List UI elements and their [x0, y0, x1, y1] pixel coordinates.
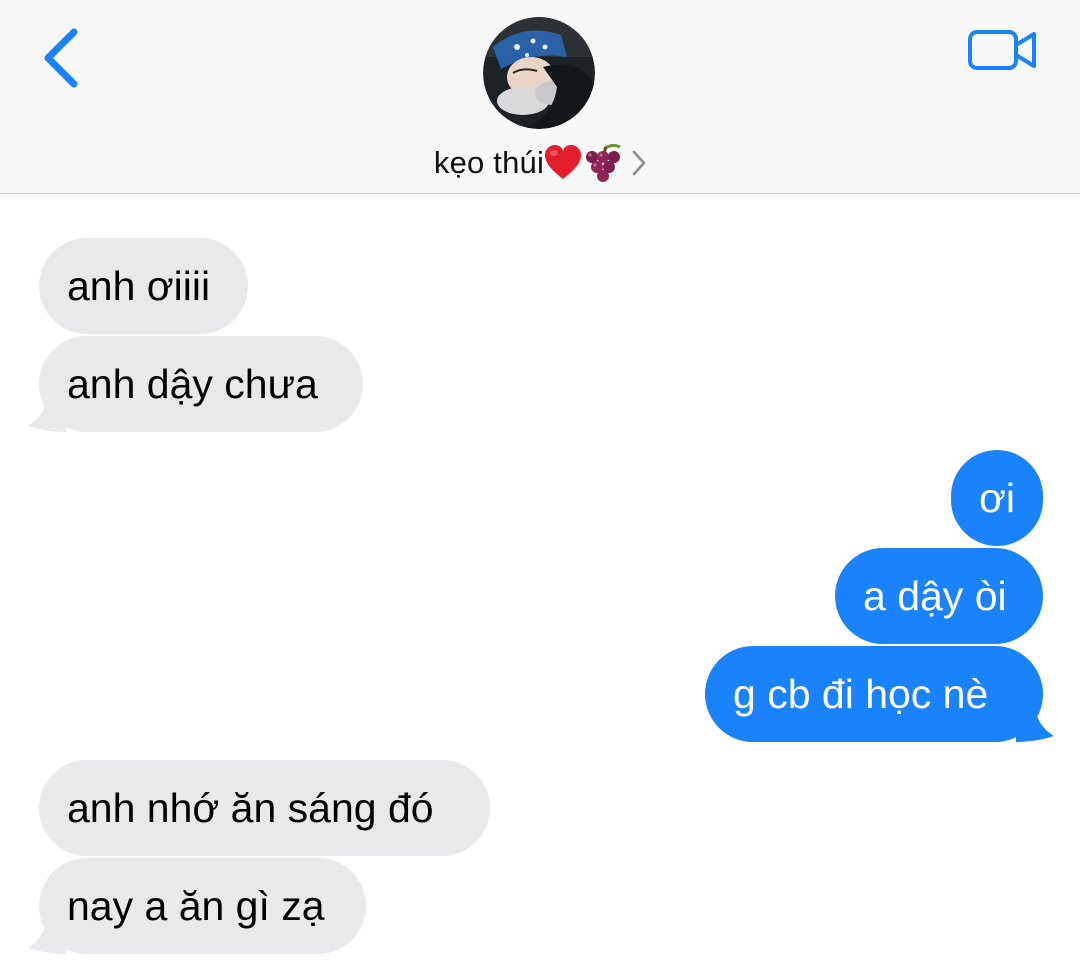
message-bubble-incoming[interactable]: anh nhớ ăn sáng đó — [39, 760, 490, 856]
message-bubble-incoming[interactable]: anh ơiiii — [39, 238, 248, 334]
contact-name: kẹo thúi — [433, 145, 545, 180]
message-bubble-outgoing[interactable]: a dậy òi — [835, 548, 1043, 644]
bubble-tail — [1016, 708, 1054, 742]
chevron-left-icon — [44, 28, 78, 88]
back-button[interactable] — [38, 22, 88, 94]
contact-name-row[interactable]: kẹo thúi — [0, 140, 1080, 186]
message-bubble-outgoing[interactable]: ơi — [951, 450, 1043, 546]
bubble-tail — [28, 920, 66, 954]
video-call-button[interactable] — [966, 26, 1040, 74]
chevron-right-icon — [632, 150, 646, 176]
conversation-header: kẹo thúi — [0, 0, 1080, 194]
grapes-emoji — [586, 143, 621, 182]
video-camera-icon — [968, 30, 1036, 70]
message-bubble-outgoing[interactable]: g cb đi học nè — [705, 646, 1043, 742]
message-bubble-incoming[interactable]: nay a ăn gì zạ — [39, 858, 366, 954]
contact-avatar[interactable] — [483, 17, 595, 129]
bubble-tail — [28, 398, 66, 432]
message-bubble-incoming[interactable]: anh dậy chưa — [39, 336, 363, 432]
red-heart-emoji — [545, 145, 582, 179]
